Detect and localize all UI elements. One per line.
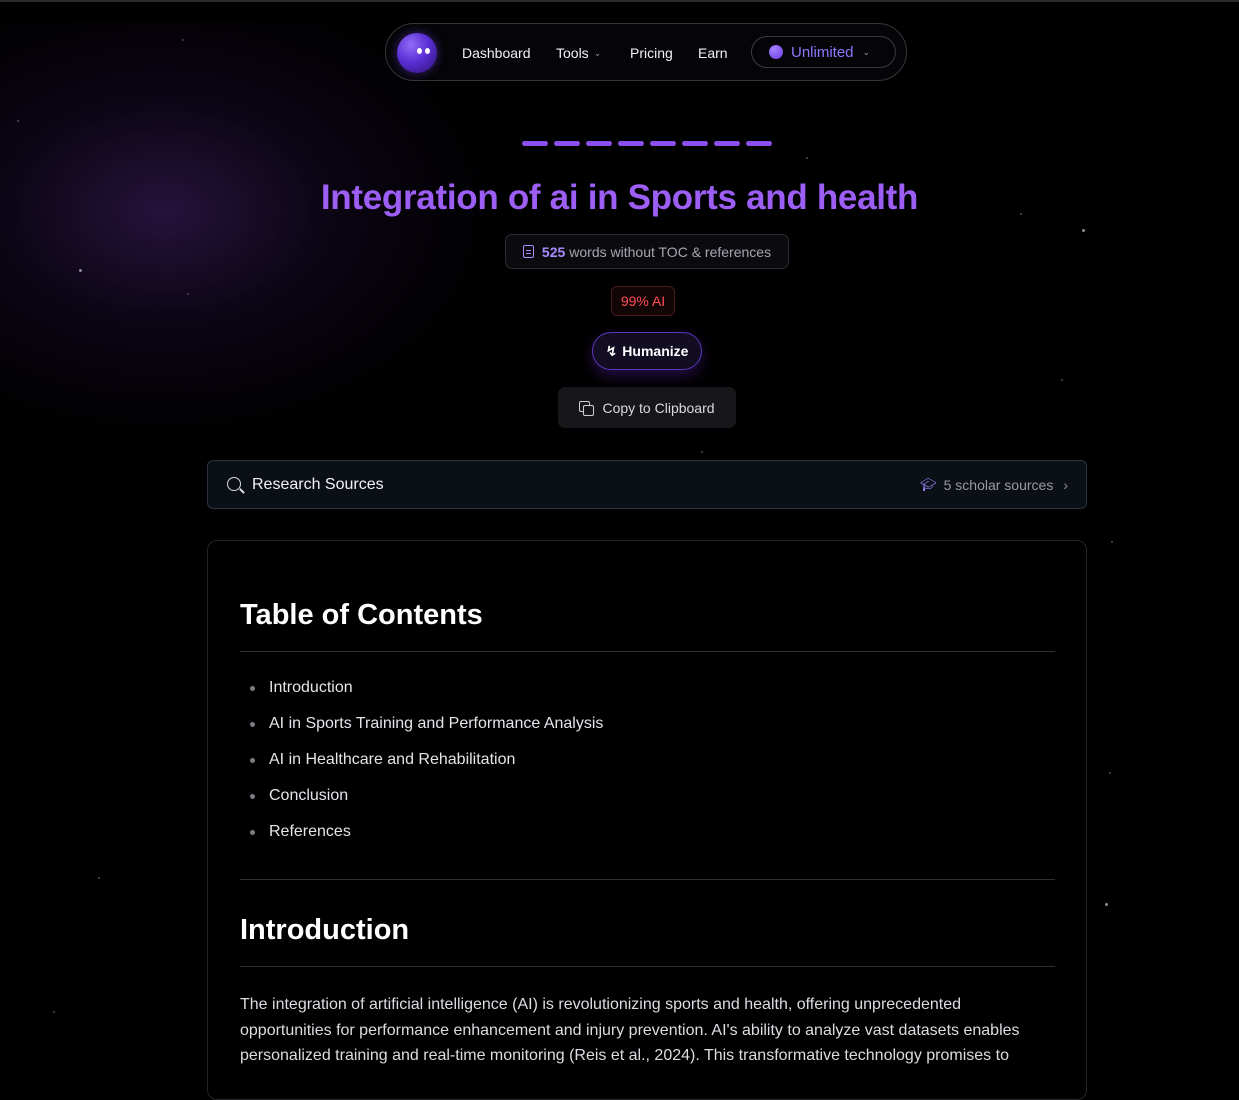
word-count-number: 525: [541, 243, 566, 260]
star: [1061, 379, 1063, 381]
star: [182, 39, 184, 41]
nav-tools-label: Tools: [556, 45, 589, 61]
plan-icon: [769, 45, 783, 59]
toc-item[interactable]: AI in Sports Training and Performance An…: [240, 715, 603, 751]
copy-icon: [579, 400, 595, 416]
toc-item[interactable]: AI in Healthcare and Rehabilitation: [240, 751, 603, 787]
divider: [240, 651, 1055, 652]
star: [98, 877, 100, 879]
nav-dashboard[interactable]: Dashboard: [462, 45, 531, 61]
toc-heading: Table of Contents: [240, 599, 483, 631]
document-card: Table of Contents Introduction AI in Spo…: [207, 540, 1087, 1100]
page-title: Integration of ai in Sports and health: [320, 178, 919, 217]
toc-item[interactable]: Conclusion: [240, 787, 603, 823]
chevron-down-icon: ⌄: [593, 48, 602, 58]
research-sources-label: Research Sources: [252, 476, 384, 493]
toc-item[interactable]: References: [240, 823, 603, 859]
star: [79, 269, 82, 272]
copy-to-clipboard-button[interactable]: Copy to Clipboard: [558, 387, 736, 428]
introduction-paragraph: The integration of artificial intelligen…: [240, 996, 1020, 1064]
nav-pricing[interactable]: Pricing: [630, 45, 673, 61]
copy-label: Copy to Clipboard: [602, 399, 715, 416]
nav-earn[interactable]: Earn: [698, 45, 728, 61]
word-count-badge: 525 words without TOC & references: [505, 234, 789, 269]
chevron-right-icon: ›: [1063, 477, 1068, 493]
word-count-label: words without TOC & references: [569, 243, 772, 260]
decorative-dashes: [522, 141, 772, 146]
scholar-sources-count: 🎓︎ 5 scholar sources ›: [920, 477, 1068, 493]
logo-icon[interactable]: [397, 33, 437, 73]
star: [1082, 229, 1085, 232]
star: [806, 157, 808, 159]
star: [187, 293, 189, 295]
star: [53, 1011, 55, 1013]
toc-list: Introduction AI in Sports Training and P…: [240, 679, 603, 859]
top-nav: Dashboard Tools ⌄ Pricing Earn Unlimited …: [385, 23, 907, 81]
background-glow: [0, 22, 500, 442]
document-icon: [522, 245, 534, 258]
graduation-cap-icon: 🎓︎: [920, 477, 937, 492]
star: [1109, 772, 1111, 774]
plan-label: Unlimited: [791, 43, 854, 61]
search-icon: [227, 477, 241, 491]
star: [17, 120, 19, 122]
chevron-down-icon: ⌄: [862, 46, 871, 57]
star: [1111, 541, 1113, 543]
star: [1105, 903, 1108, 906]
toc-item[interactable]: Introduction: [240, 679, 603, 715]
plan-dropdown[interactable]: Unlimited ⌄: [751, 36, 896, 68]
scholar-sources-label: 5 scholar sources: [943, 477, 1054, 493]
divider: [240, 879, 1055, 880]
introduction-heading: Introduction: [240, 914, 410, 946]
humanize-label: Humanize: [622, 343, 689, 359]
nav-tools[interactable]: Tools ⌄: [556, 45, 601, 61]
lightning-icon: ↯: [605, 342, 618, 359]
research-sources-panel[interactable]: Research Sources 🎓︎ 5 scholar sources ›: [207, 460, 1087, 509]
divider: [240, 966, 1055, 967]
star: [701, 451, 703, 453]
humanize-button[interactable]: ↯ Humanize: [592, 332, 702, 370]
ai-score-badge: 99% AI: [611, 286, 675, 316]
